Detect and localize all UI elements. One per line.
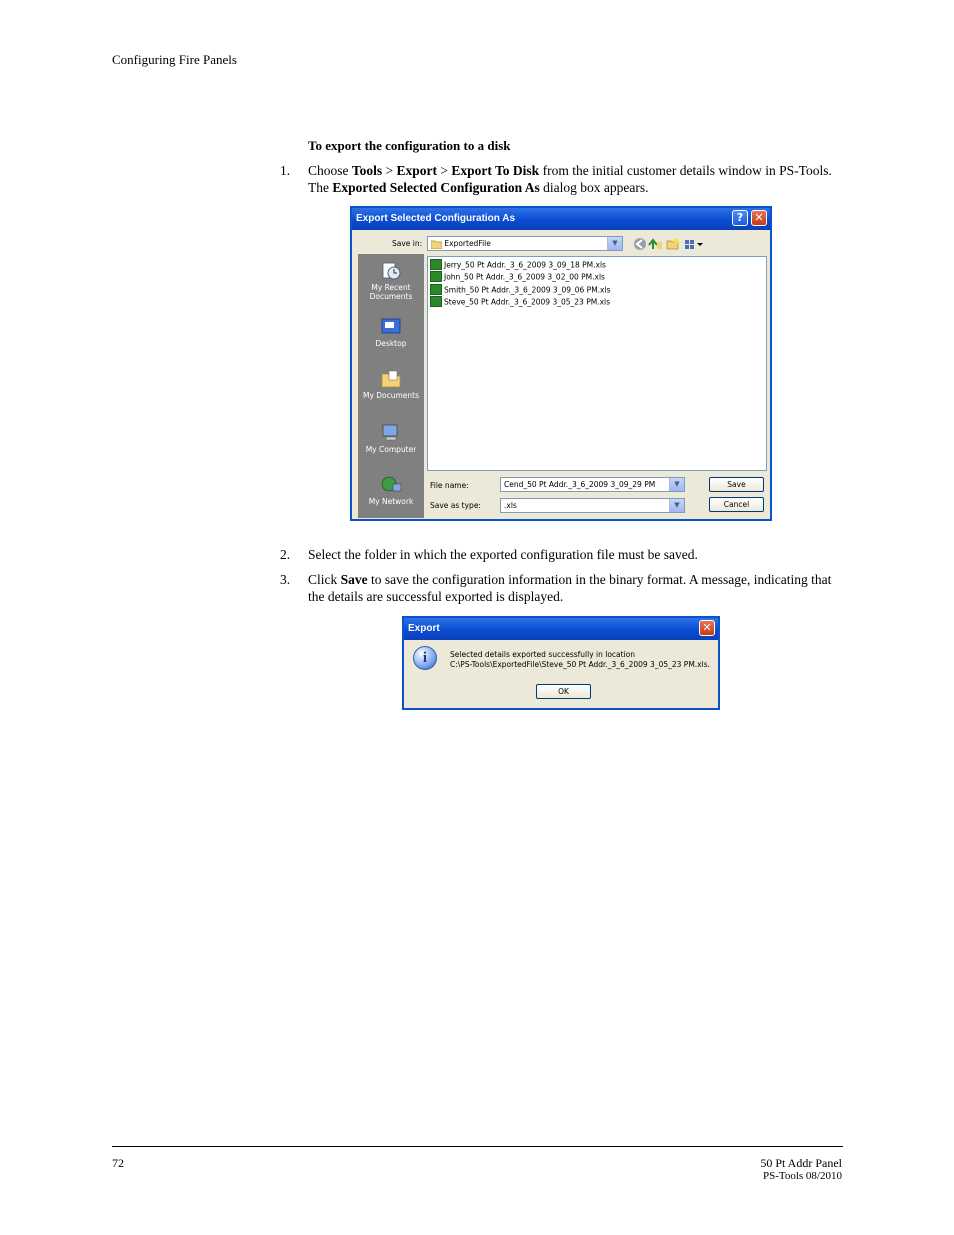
save-button[interactable]: Save [709,477,764,492]
save-in-label: Save in: [392,239,423,248]
footer-product: 50 Pt Addr Panel [760,1156,842,1170]
step-3-number: 3. [280,572,291,587]
page-number: 72 [112,1156,124,1170]
dialog-title: Export Selected Configuration As [356,213,516,224]
step-2-text: Select the folder in which the exported … [308,547,698,562]
close-button[interactable]: ✕ [699,620,715,636]
help-button[interactable]: ? [732,210,748,226]
list-item[interactable]: John_50 Pt Addr._3_6_2009 3_02_00 PM.xls [430,271,605,283]
ok-button[interactable]: OK [536,684,591,699]
network-globe-icon [381,476,402,492]
cancel-button[interactable]: Cancel [709,497,764,512]
place-my-computer[interactable]: My Computer [359,423,423,454]
export-message-dialog: Export ✕ i Selected details exported suc… [402,616,720,710]
place-my-documents[interactable]: My Documents [359,369,423,400]
file-name-label: File name: [430,481,469,490]
save-in-value: ExportedFile [430,239,491,249]
step-1-text: Choose Tools > Export > Export To Disk f… [308,163,832,195]
save-as-type-value: .xls [504,501,517,510]
excel-file-icon [430,259,442,270]
save-as-type-dropdown[interactable]: .xls ▼ [500,498,685,513]
file-name-value: Cend_50 Pt Addr._3_6_2009 3_09_29 PM [504,480,656,489]
step-2-number: 2. [280,547,291,562]
step-3-text: Click Save to save the configuration inf… [308,572,832,604]
save-in-dropdown[interactable]: ExportedFile ▼ [427,236,623,251]
list-item[interactable]: Smith_50 Pt Addr._3_6_2009 3_09_06 PM.xl… [430,284,610,296]
save-as-type-label: Save as type: [430,501,481,510]
navigation-toolbar [634,238,703,250]
excel-file-icon [430,284,442,295]
dialog-titlebar: Export Selected Configuration As ? ✕ [352,208,770,230]
file-list[interactable]: Jerry_50 Pt Addr._3_6_2009 3_09_18 PM.xl… [427,256,767,471]
computer-icon [382,424,398,441]
footer-rule [112,1146,843,1147]
chevron-down-icon: ▼ [669,478,684,491]
list-item[interactable]: Steve_50 Pt Addr._3_6_2009 3_05_23 PM.xl… [430,296,610,308]
chevron-down-icon: ▼ [607,237,622,250]
section-heading: To export the configuration to a disk [308,138,511,153]
file-name-input[interactable]: Cend_50 Pt Addr._3_6_2009 3_09_29 PM ▼ [500,477,685,492]
places-bar: My Recent Documents Desktop My Documents… [358,254,424,518]
desktop-icon [381,318,401,334]
export-message-line-1: Selected details exported successfully i… [450,650,636,659]
folder-icon [430,240,443,249]
documents-folder-icon [381,370,401,388]
clock-documents-icon [382,262,401,280]
export-message-line-2: C:\PS-Tools\ExportedFile\Steve_50 Pt Add… [450,660,710,669]
export-selected-configuration-dialog: Export Selected Configuration As ? ✕ Sav… [350,206,772,521]
running-header: Configuring Fire Panels [112,52,237,67]
excel-file-icon [430,271,442,282]
export-dialog-title: Export [408,623,440,634]
export-dialog-titlebar: Export ✕ [404,618,718,640]
place-desktop[interactable]: Desktop [359,317,423,348]
excel-file-icon [430,296,442,307]
info-icon: i [413,646,437,670]
list-item[interactable]: Jerry_50 Pt Addr._3_6_2009 3_09_18 PM.xl… [430,259,606,271]
footer-version: PS-Tools 08/2010 [763,1170,842,1182]
views-menu-icon[interactable] [685,240,703,249]
up-folder-icon[interactable] [648,238,662,249]
close-button[interactable]: ✕ [751,210,767,226]
place-my-network[interactable]: My Network [359,475,423,506]
chevron-down-icon: ▼ [669,499,684,512]
back-icon[interactable] [634,238,646,250]
new-folder-icon[interactable] [666,238,679,250]
place-my-recent-documents[interactable]: My Recent Documents [359,261,423,301]
step-1-number: 1. [280,163,291,178]
